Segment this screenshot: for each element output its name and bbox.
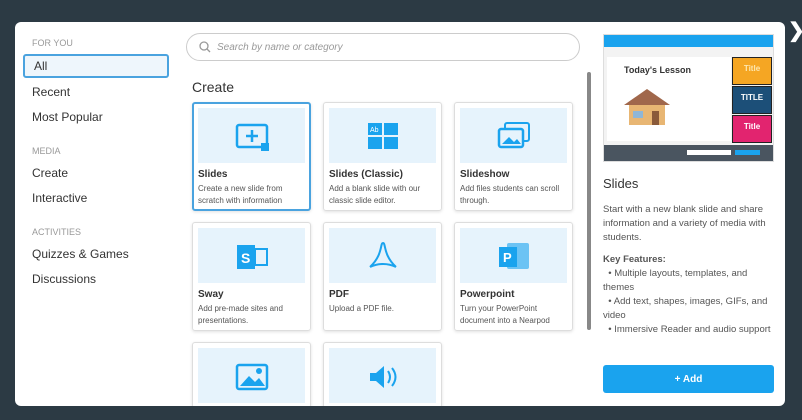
- detail-description: Start with a new blank slide and share i…: [603, 204, 766, 243]
- section-media: MEDIA: [32, 146, 61, 156]
- card-title: Slides (Classic): [329, 169, 403, 180]
- card-slides[interactable]: Slides Create a new slide from scratch wi…: [192, 102, 311, 211]
- pdf-icon: [368, 241, 397, 268]
- card-description: Upload a PDF file.: [329, 304, 394, 313]
- feature-item: • Immersive Reader and audio support: [603, 324, 771, 335]
- card-pdf[interactable]: PDF Upload a PDF file.: [323, 222, 442, 331]
- feature-item: • Multiple layouts, templates, and theme…: [603, 268, 748, 293]
- section-activities: ACTIVITIES: [32, 227, 82, 237]
- card-description: Turn your PowerPoint document into a Nea…: [460, 304, 550, 325]
- sway-icon: S: [236, 244, 268, 269]
- slide-add-icon: [235, 123, 269, 151]
- card-title: PDF: [329, 289, 349, 300]
- key-features-label: Key Features:: [603, 254, 666, 265]
- card-title: Slideshow: [460, 169, 510, 180]
- content-picker-modal: FOR YOU All Recent Most Popular MEDIA Cr…: [15, 22, 785, 406]
- search-placeholder: Search by name or category: [217, 41, 343, 53]
- card-title: Sway: [198, 289, 224, 300]
- classic-slide-grid-icon: Ab: [367, 122, 398, 149]
- sidebar-item-all[interactable]: All: [23, 54, 169, 78]
- section-heading: Create: [192, 79, 235, 95]
- sidebar-item-most-popular[interactable]: Most Popular: [23, 106, 169, 128]
- card-powerpoint[interactable]: P Powerpoint Turn your PowerPoint document…: [454, 222, 573, 331]
- svg-text:Ab: Ab: [370, 127, 379, 134]
- card-audio-icon[interactable]: [323, 342, 442, 406]
- scrollbar[interactable]: [587, 72, 591, 330]
- card-slideshow[interactable]: Slideshow Add files students can scroll t…: [454, 102, 573, 211]
- preview-tile-2: TITLE: [732, 86, 772, 114]
- card-title: Powerpoint: [460, 289, 515, 300]
- detail-panel: Today's Lesson Title TITLE Title Slides …: [603, 34, 774, 393]
- sidebar: FOR YOU All Recent Most Popular MEDIA Cr…: [15, 22, 177, 406]
- add-button[interactable]: + Add: [603, 365, 774, 393]
- preview-tile-1: Title: [732, 57, 772, 85]
- audio-icon: [369, 365, 396, 388]
- svg-text:P: P: [503, 250, 512, 265]
- card-title: Slides: [198, 169, 228, 180]
- card-description: Add files students can scroll through.: [460, 184, 560, 205]
- house-icon: [624, 89, 670, 125]
- feature-item: • Add text, shapes, images, GIFs, and vi…: [603, 296, 768, 321]
- card-slides-classic[interactable]: Ab Slides (Classic) Add a blank slide with…: [323, 102, 442, 211]
- sidebar-item-quizzes-games[interactable]: Quizzes & Games: [23, 243, 169, 265]
- card-image-icon[interactable]: [192, 342, 311, 406]
- preview-tile-3: Title: [732, 115, 772, 143]
- sidebar-item-interactive[interactable]: Interactive: [23, 187, 169, 209]
- card-description: Add pre-made sites and presentations.: [198, 304, 283, 325]
- sidebar-item-recent[interactable]: Recent: [23, 81, 169, 103]
- detail-title: Slides: [603, 176, 639, 191]
- image-icon: [235, 363, 268, 390]
- section-for-you: FOR YOU: [32, 38, 73, 48]
- search-input[interactable]: Search by name or category: [186, 33, 580, 61]
- slide-preview: Today's Lesson Title TITLE Title: [603, 34, 774, 162]
- powerpoint-icon: P: [498, 242, 529, 269]
- preview-lesson-title: Today's Lesson: [624, 65, 691, 75]
- sidebar-item-create[interactable]: Create: [23, 162, 169, 184]
- card-description: Add a blank slide with our classic slide…: [329, 184, 421, 205]
- card-sway[interactable]: S Sway Add pre-made sites and presentation…: [192, 222, 311, 331]
- close-icon[interactable]: ❯: [788, 20, 802, 42]
- card-description: Create a new slide from scratch with inf…: [198, 184, 283, 205]
- svg-text:S: S: [241, 250, 250, 266]
- sidebar-item-discussions[interactable]: Discussions: [23, 268, 169, 290]
- search-icon: [199, 41, 211, 53]
- slideshow-icon: [497, 121, 530, 148]
